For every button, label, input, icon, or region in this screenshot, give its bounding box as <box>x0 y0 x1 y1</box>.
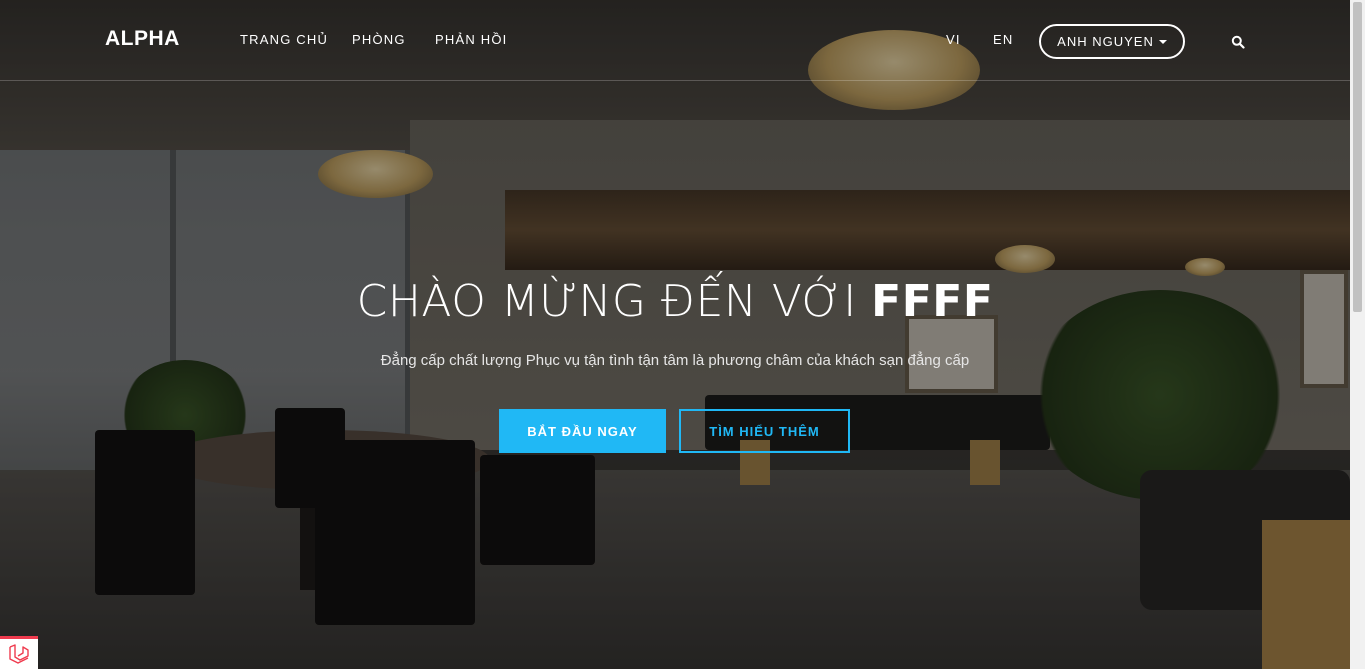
search-icon[interactable] <box>1231 34 1245 49</box>
user-menu-button[interactable]: ANH NGUYEN <box>1039 24 1185 59</box>
learn-more-button[interactable]: TÌM HIỂU THÊM <box>679 409 850 453</box>
hero-section: ALPHA TRANG CHỦ PHÒNG PHẢN HỒI VI EN ANH… <box>0 0 1350 669</box>
brand-logo[interactable]: ALPHA <box>105 27 180 51</box>
get-started-button[interactable]: BẮT ĐẦU NGAY <box>499 409 666 453</box>
top-navbar: ALPHA TRANG CHỦ PHÒNG PHẢN HỒI VI EN ANH… <box>0 0 1350 81</box>
nav-link-rooms[interactable]: PHÒNG <box>352 32 406 47</box>
laravel-logo-icon <box>8 643 30 668</box>
caret-down-icon <box>1158 39 1167 44</box>
hero-title-highlight: FFFF <box>871 276 994 327</box>
hero-subtitle: Đẳng cấp chất lượng Phục vụ tận tình tận… <box>380 352 970 369</box>
debugbar-toggle[interactable] <box>0 636 38 669</box>
user-name-label: ANH NGUYEN <box>1057 34 1154 49</box>
hero-dark-overlay <box>0 0 1350 669</box>
language-en[interactable]: EN <box>993 32 1013 47</box>
scrollbar-thumb[interactable] <box>1353 2 1362 312</box>
nav-link-home[interactable]: TRANG CHỦ <box>240 32 328 47</box>
hero-title-prefix: CHÀO MỪNG ĐẾN VỚI <box>356 276 872 327</box>
hero-title: CHÀO MỪNG ĐẾN VỚI FFFF <box>0 276 1350 327</box>
nav-link-feedback[interactable]: PHẢN HỒI <box>435 32 507 47</box>
language-vi[interactable]: VI <box>946 32 961 47</box>
